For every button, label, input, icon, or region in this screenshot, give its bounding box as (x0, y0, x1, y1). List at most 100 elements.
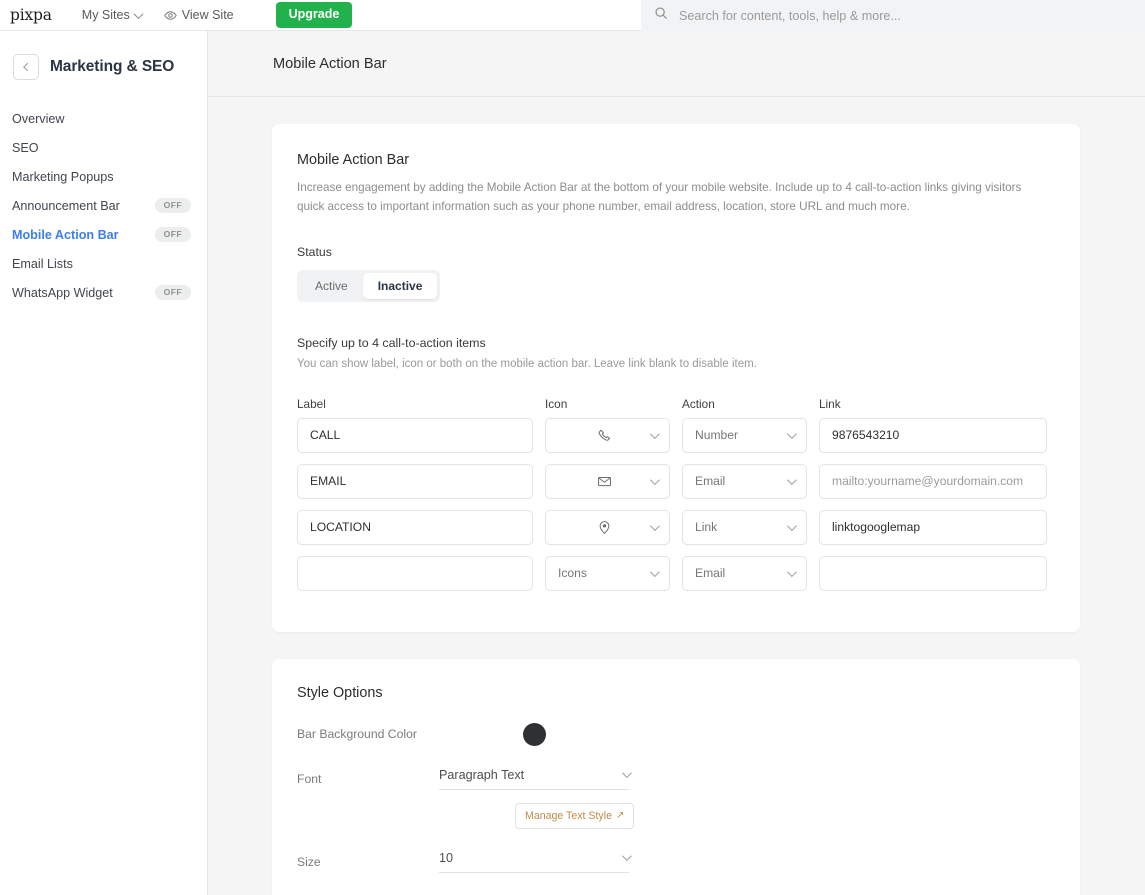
cta-action-select[interactable]: Email (682, 555, 807, 591)
cta-table: Label Icon Action Link CALL Number 98765… (297, 397, 1055, 591)
cta-action-select[interactable]: Email (682, 463, 807, 499)
sidebar-item-label: SEO (12, 140, 39, 155)
status-badge: OFF (154, 285, 191, 300)
cta-action-value: Email (695, 474, 726, 489)
bar-background-color-label: Bar Background Color (297, 727, 417, 742)
cta-icon-select[interactable] (545, 463, 670, 499)
chevron-down-icon (649, 521, 660, 531)
chevron-down-icon (133, 8, 144, 19)
nav-view-site-label: View Site (181, 8, 234, 22)
chevron-down-icon (649, 475, 660, 485)
status-option-active[interactable]: Active (300, 273, 363, 299)
page-title: Mobile Action Bar (273, 55, 387, 72)
map-pin-icon (558, 520, 650, 535)
sidebar-item-overview[interactable]: Overview (0, 104, 207, 133)
status-badge: OFF (154, 198, 191, 213)
chevron-down-icon (621, 851, 632, 862)
bar-background-color-row: Bar Background Color (297, 722, 1055, 746)
global-search[interactable] (641, 0, 1145, 31)
manage-text-style-row: Manage Text Style ↗ (297, 802, 1055, 829)
sidebar: Marketing & SEO Overview SEO Marketing P… (0, 31, 208, 895)
eye-icon (163, 9, 177, 22)
style-options-title: Style Options (297, 684, 383, 701)
cta-label-input[interactable] (297, 417, 533, 453)
cta-link-input[interactable] (819, 555, 1047, 591)
sidebar-item-label: Email Lists (12, 256, 73, 271)
sidebar-header: Marketing & SEO (0, 31, 207, 80)
sidebar-item-announcement-bar[interactable]: Announcement Bar OFF (0, 191, 207, 220)
cta-link-input[interactable] (819, 509, 1047, 545)
cta-link-input[interactable] (819, 417, 1047, 453)
cta-action-value: Number (695, 428, 739, 443)
manage-text-style-button[interactable]: Manage Text Style ↗ (515, 802, 635, 829)
status-label: Status (297, 244, 332, 259)
cta-icon-select[interactable]: Icons (545, 555, 670, 591)
font-row: Font Paragraph Text (297, 768, 1055, 790)
chevron-down-icon (621, 768, 632, 779)
sidebar-item-seo[interactable]: SEO (0, 133, 207, 162)
cta-icon-select[interactable] (545, 509, 670, 545)
cta-action-select[interactable]: Number (682, 417, 807, 453)
status-option-inactive[interactable]: Inactive (362, 272, 438, 299)
cta-action-value: Link (695, 520, 718, 535)
top-nav: My Sites View Site Upgrade (82, 2, 353, 28)
column-header-icon: Icon (545, 396, 568, 411)
font-label: Font (297, 771, 322, 786)
bar-background-color-swatch[interactable] (522, 722, 546, 746)
bar-background-color-swatch-area (439, 722, 629, 746)
cta-link-input[interactable] (819, 463, 1047, 499)
nav-my-sites[interactable]: My Sites (81, 8, 144, 22)
main-content: Mobile Action Bar Mobile Action Bar Incr… (208, 31, 1145, 895)
size-row: Size 10 (297, 851, 1055, 873)
search-input[interactable] (677, 7, 1117, 24)
column-header-link: Link (819, 396, 841, 411)
sidebar-item-mobile-action-bar[interactable]: Mobile Action Bar OFF (0, 220, 207, 249)
mobile-action-bar-card: Mobile Action Bar Increase engagement by… (272, 124, 1080, 632)
cta-action-select[interactable]: Link (682, 509, 807, 545)
cta-heading: Specify up to 4 call-to-action items (297, 335, 486, 350)
chevron-down-icon (649, 567, 660, 577)
manage-text-style-label: Manage Text Style (525, 809, 612, 822)
chevron-down-icon (786, 567, 797, 577)
chevron-down-icon (786, 475, 797, 485)
cta-label-input[interactable] (297, 555, 533, 591)
external-link-arrow-icon: ↗ (615, 810, 625, 822)
card-description: Increase engagement by adding the Mobile… (297, 181, 1022, 213)
cta-icon-value: Icons (558, 566, 587, 581)
status-badge: OFF (154, 227, 191, 242)
table-row: Link (297, 509, 1055, 545)
upgrade-button[interactable]: Upgrade (275, 2, 353, 28)
size-label: Size (297, 854, 321, 869)
cta-label-input[interactable] (297, 509, 533, 545)
pixpa-logo[interactable]: pixpa (10, 6, 52, 24)
cta-icon-select[interactable] (545, 417, 670, 453)
sidebar-item-label: Overview (12, 111, 65, 126)
table-row: Icons Email (297, 555, 1055, 591)
font-select[interactable]: Paragraph Text (439, 768, 632, 790)
table-row: Number (297, 417, 1055, 453)
envelope-icon (558, 474, 650, 489)
sidebar-nav: Overview SEO Marketing Popups Announceme… (0, 104, 207, 307)
sidebar-item-label: WhatsApp Widget (12, 285, 113, 300)
column-header-label: Label (297, 396, 326, 411)
nav-view-site[interactable]: View Site (163, 8, 234, 22)
card-title: Mobile Action Bar (297, 152, 409, 168)
cta-label-input[interactable] (297, 463, 533, 499)
back-button[interactable] (13, 54, 39, 80)
column-header-action: Action (682, 396, 715, 411)
chevron-down-icon (786, 521, 797, 531)
chevron-left-icon (23, 62, 32, 72)
size-select[interactable]: 10 (439, 850, 632, 873)
sidebar-item-whatsapp-widget[interactable]: WhatsApp Widget OFF (0, 278, 207, 307)
sidebar-item-label: Marketing Popups (12, 169, 114, 184)
cta-subtext: You can show label, icon or both on the … (297, 357, 757, 370)
nav-my-sites-label: My Sites (81, 8, 130, 22)
sidebar-item-email-lists[interactable]: Email Lists (0, 249, 207, 278)
chevron-down-icon (786, 429, 797, 439)
sidebar-item-label: Announcement Bar (12, 198, 120, 213)
style-options-card: Style Options Bar Background Color Font … (272, 658, 1080, 895)
top-bar: pixpa My Sites View Site Upgrade (0, 0, 1145, 31)
size-select-value: 10 (439, 850, 454, 865)
sidebar-item-marketing-popups[interactable]: Marketing Popups (0, 162, 207, 191)
status-toggle-group: Active Inactive (297, 269, 441, 302)
